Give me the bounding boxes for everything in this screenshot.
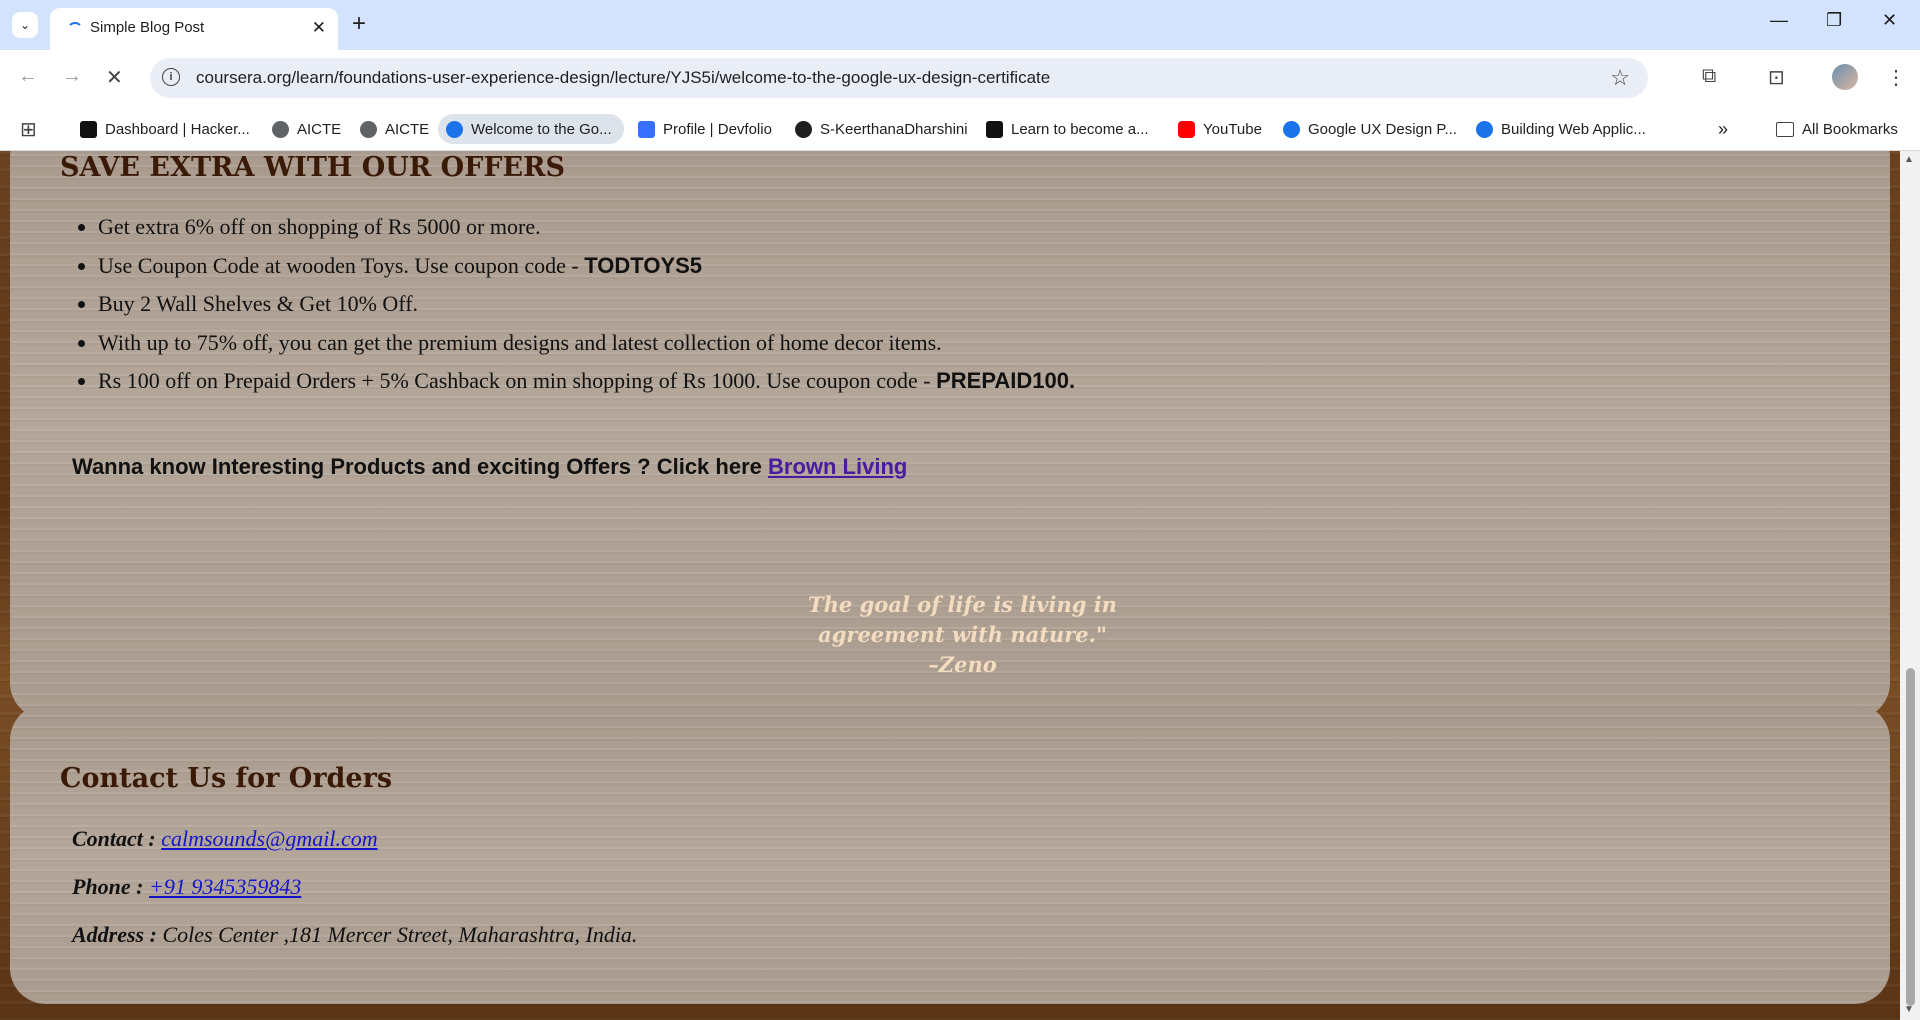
- all-bookmarks[interactable]: All Bookmarks: [1776, 114, 1898, 144]
- bookmark-youtube[interactable]: YouTube: [1178, 114, 1262, 144]
- contact-phone-row: Phone : +91 9345359843: [72, 874, 302, 899]
- youtube-icon: [1178, 120, 1195, 138]
- url-text[interactable]: coursera.org/learn/foundations-user-expe…: [196, 68, 1050, 88]
- bookmark-aicte-2[interactable]: AICTE: [360, 114, 429, 144]
- loading-spinner-icon: [67, 22, 83, 38]
- phone-link[interactable]: +91 9345359843: [149, 874, 301, 899]
- screenshot-lens-icon[interactable]: ⊡: [1768, 65, 1785, 90]
- browser-toolbar: ← → ✕ i coursera.org/learn/foundations-u…: [0, 50, 1920, 108]
- tab-close-icon[interactable]: ✕: [312, 18, 326, 38]
- devfolio-icon: [638, 120, 655, 138]
- tab-search-chevron-icon[interactable]: ⌄: [12, 12, 38, 38]
- list-item: Get extra 6% off on shopping of Rs 5000 …: [98, 208, 1075, 247]
- coupon-code: TODTOYS5: [584, 252, 703, 278]
- tab-strip: ⌄ Simple Blog Post ✕ + — ❐ ✕: [0, 0, 1920, 50]
- bookmark-building-web[interactable]: Building Web Applic...: [1476, 114, 1646, 144]
- minimize-icon[interactable]: —: [1770, 10, 1788, 31]
- coursera-icon: [1283, 120, 1300, 138]
- contact-email-row: Contact : calmsounds@gmail.com: [72, 826, 378, 851]
- brown-living-link[interactable]: Brown Living: [768, 454, 907, 479]
- github-icon: [795, 120, 812, 138]
- bookmarks-overflow-chevron-icon[interactable]: »: [1718, 114, 1728, 144]
- offers-heading: SAVE EXTRA WITH OUR OFFERS: [60, 152, 566, 183]
- hackerrank-icon: [80, 120, 97, 138]
- scroll-down-arrow-icon[interactable]: ▼: [1904, 1004, 1914, 1015]
- back-arrow-icon[interactable]: ←: [18, 65, 38, 88]
- profile-avatar[interactable]: [1832, 64, 1858, 90]
- quote-line: agreement with nature.": [818, 622, 1107, 647]
- list-item: With up to 75% off, you can get the prem…: [98, 324, 1075, 363]
- address-bar[interactable]: i coursera.org/learn/foundations-user-ex…: [150, 58, 1648, 98]
- bookmarks-bar: ⊞ Dashboard | Hacker... AICTE AICTE Welc…: [0, 108, 1920, 151]
- bookmark-coursera-welcome[interactable]: Welcome to the Go...: [438, 114, 624, 144]
- forward-arrow-icon[interactable]: →: [62, 65, 82, 88]
- tab-title: Simple Blog Post: [90, 19, 205, 36]
- bookmark-aicte-1[interactable]: AICTE: [272, 114, 341, 144]
- list-item: Buy 2 Wall Shelves & Get 10% Off.: [98, 285, 1075, 324]
- coupon-code: PREPAID100.: [936, 368, 1076, 393]
- extensions-puzzle-icon[interactable]: ⧉: [1702, 65, 1716, 88]
- bookmark-devfolio[interactable]: Profile | Devfolio: [638, 114, 772, 144]
- contact-panel: [10, 704, 1890, 1004]
- bookmark-roadmap[interactable]: Learn to become a...: [986, 114, 1149, 144]
- quote-author: –Zeno: [928, 652, 997, 677]
- stop-loading-icon[interactable]: ✕: [106, 65, 123, 90]
- quote-block: The goal of life is living in agreement …: [700, 590, 1225, 680]
- bookmark-github[interactable]: S-KeerthanaDharshini: [795, 114, 968, 144]
- bookmark-google-ux[interactable]: Google UX Design P...: [1283, 114, 1457, 144]
- offers-cta: Wanna know Interesting Products and exci…: [72, 454, 908, 479]
- site-info-icon[interactable]: i: [162, 68, 180, 86]
- quote-line: The goal of life is living in: [808, 592, 1117, 617]
- scrollbar-thumb[interactable]: [1906, 668, 1915, 1006]
- bookmark-star-icon[interactable]: ☆: [1610, 65, 1630, 91]
- contact-address-row: Address : Coles Center ,181 Mercer Stree…: [72, 922, 638, 947]
- roadmap-icon: [986, 120, 1003, 138]
- window-close-icon[interactable]: ✕: [1882, 10, 1897, 31]
- new-tab-plus-icon[interactable]: +: [352, 10, 366, 38]
- bookmark-hackerrank[interactable]: Dashboard | Hacker...: [80, 114, 250, 144]
- offers-list: Get extra 6% off on shopping of Rs 5000 …: [70, 208, 1075, 401]
- apps-grid-icon[interactable]: ⊞: [20, 114, 37, 144]
- email-link[interactable]: calmsounds@gmail.com: [161, 826, 377, 851]
- globe-icon: [272, 120, 289, 138]
- active-tab[interactable]: Simple Blog Post ✕: [50, 8, 338, 50]
- menu-kebab-icon[interactable]: ⋮: [1886, 65, 1906, 90]
- globe-icon: [360, 120, 377, 138]
- coursera-icon: [1476, 120, 1493, 138]
- list-item: Rs 100 off on Prepaid Orders + 5% Cashba…: [98, 362, 1075, 401]
- restore-icon[interactable]: ❐: [1826, 10, 1842, 31]
- coursera-icon: [446, 120, 463, 138]
- list-item: Use Coupon Code at wooden Toys. Use coup…: [98, 247, 1075, 286]
- folder-icon: [1776, 121, 1794, 137]
- scroll-up-arrow-icon[interactable]: ▲: [1904, 154, 1914, 165]
- contact-heading: Contact Us for Orders: [60, 763, 393, 794]
